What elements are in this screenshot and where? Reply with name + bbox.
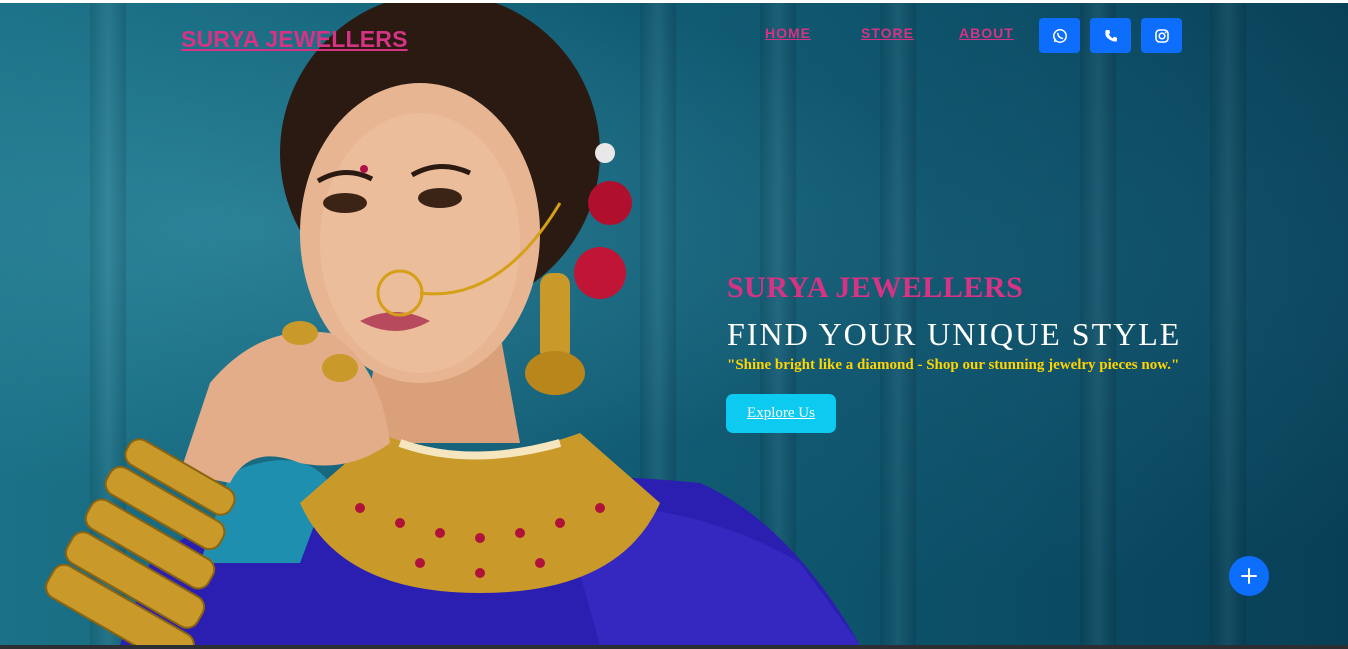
whatsapp-button[interactable] bbox=[1039, 18, 1080, 53]
plus-icon bbox=[1241, 568, 1257, 584]
instagram-button[interactable] bbox=[1141, 18, 1182, 53]
explore-us-button[interactable]: Explore Us bbox=[726, 394, 836, 433]
curtain-fold bbox=[1210, 3, 1246, 645]
hero-tagline: "Shine bright like a diamond - Shop our … bbox=[727, 357, 1180, 373]
nav-store-link[interactable]: STORE bbox=[861, 25, 914, 41]
bottom-scroll-bar bbox=[0, 645, 1348, 649]
phone-button[interactable] bbox=[1090, 18, 1131, 53]
hero-title: SURYA JEWELLERS bbox=[727, 271, 1024, 304]
nav-about-link[interactable]: ABOUT bbox=[959, 25, 1014, 41]
hero-section: SURYA JEWELLERS FIND YOUR UNIQUE STYLE "… bbox=[0, 3, 1348, 645]
brand-logo-link[interactable]: SURYA JEWELLERS bbox=[181, 26, 408, 53]
nav-home-link[interactable]: HOME bbox=[765, 25, 811, 41]
phone-icon bbox=[1104, 29, 1117, 42]
whatsapp-icon bbox=[1052, 28, 1067, 43]
floating-plus-button[interactable] bbox=[1229, 556, 1269, 596]
instagram-icon bbox=[1154, 28, 1169, 43]
hero-subtitle: FIND YOUR UNIQUE STYLE bbox=[727, 316, 1182, 352]
